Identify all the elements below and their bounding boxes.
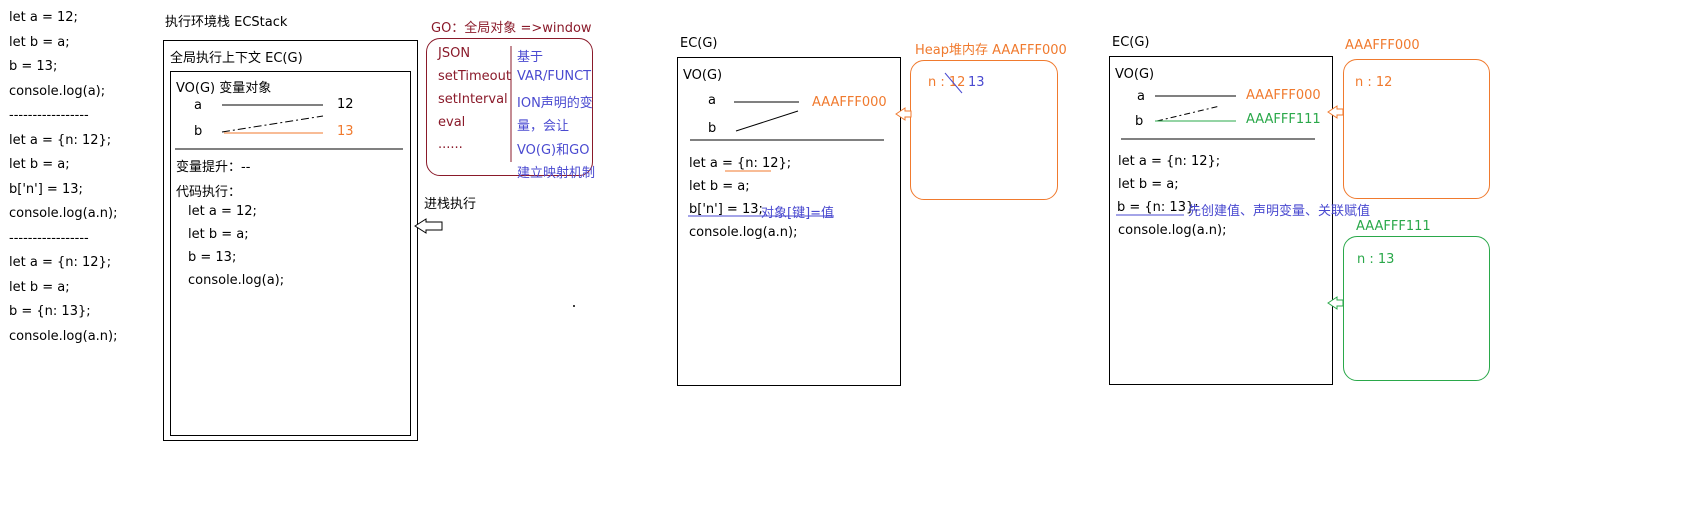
go-note-line: 量，会让 <box>517 119 570 134</box>
ex3-vo-title: VO(G) <box>1115 67 1155 82</box>
ex3-code-line: let b = a; <box>1118 177 1179 192</box>
ex3-address-a: AAAFFF000 <box>1246 88 1321 103</box>
go-item-json: JSON <box>438 46 471 61</box>
go-item-setinterval: setInterval <box>438 92 508 107</box>
ex3-code-line: b = {n: 13}; <box>1117 200 1199 215</box>
ex3-heap1-content: n : 12 <box>1355 75 1393 90</box>
ex3-heap2-content: n : 13 <box>1357 252 1395 267</box>
ecstack-title: 执行环境栈 ECStack <box>165 15 288 30</box>
exec-title: 代码执行： <box>176 185 242 200</box>
value-a: 12 <box>337 97 354 112</box>
hoist-text: 变量提升：-- <box>176 160 251 175</box>
value-b: 13 <box>337 124 354 139</box>
code-line: let b = a; <box>9 157 70 172</box>
ex2-code-line: let a = {n: 12}; <box>689 156 792 171</box>
ex3-heap1-title: AAAFFF000 <box>1345 38 1420 53</box>
go-note-line: 基于 <box>517 50 544 65</box>
separator-line: ----------------- <box>9 108 89 123</box>
push-label: 进栈执行 <box>424 197 477 212</box>
ex2-code-line: b['n'] = 13; <box>689 202 763 217</box>
var-a-label: a <box>194 98 202 113</box>
exec-line: let b = a; <box>188 227 249 242</box>
go-title: GO：全局对象 =>window <box>431 21 592 36</box>
ex3-heap2-title: AAAFFF111 <box>1356 219 1431 234</box>
ex3-code-line: console.log(a.n); <box>1118 223 1227 238</box>
push-arrow-icon <box>414 218 443 234</box>
ex3-code-line: let a = {n: 12}; <box>1118 154 1221 169</box>
go-item-more: ...... <box>438 137 463 152</box>
code-line: let b = a; <box>9 279 70 295</box>
ex2-var-a: a <box>708 93 716 108</box>
go-note-line: VAR/FUNCT <box>517 69 592 84</box>
go-item-eval: eval <box>438 115 466 130</box>
go-note-line: ION声明的变 <box>517 96 593 111</box>
separator-line: ----------------- <box>9 230 89 246</box>
code-line: let a = {n: 12}; <box>9 255 112 270</box>
code-line: console.log(a.n); <box>9 328 118 344</box>
go-note-line: VO(G)和GO <box>517 143 590 158</box>
ex2-heap-new: 13 <box>968 75 985 90</box>
exec-line: let a = 12; <box>188 204 257 219</box>
code-line: b = 13; <box>9 59 58 74</box>
ex3-ec-label: EC(G) <box>1112 35 1150 50</box>
ex2-heap-old: n : 12 <box>928 75 966 90</box>
ex2-ec-label: EC(G) <box>680 36 718 51</box>
ex2-code-line: console.log(a.n); <box>689 225 798 240</box>
ex2-code-line: let b = a; <box>689 179 750 194</box>
ex3-address-b: AAAFFF111 <box>1246 112 1321 127</box>
ex2-address: AAAFFF000 <box>812 95 887 110</box>
code-line: let a = {n: 12}; <box>9 132 112 148</box>
ex2-heap-title: Heap堆内存 AAAFFF000 <box>915 43 1067 58</box>
exec-line: b = 13; <box>188 250 237 265</box>
vo-title: VO(G) 变量对象 <box>176 81 272 96</box>
stray-dot <box>573 305 575 307</box>
exec-line: console.log(a); <box>188 273 285 288</box>
ex2-vo-title: VO(G) <box>683 68 723 83</box>
code-line: console.log(a.n); <box>9 206 118 221</box>
go-item-settimeout: setTimeout <box>438 69 511 84</box>
code-line: console.log(a); <box>9 83 106 99</box>
ex3-ec-box <box>1109 56 1333 385</box>
code-line: let a = 12; <box>9 10 78 25</box>
ex3-note: 先创建值、声明变量、关联赋值 <box>1188 204 1371 219</box>
ex2-note: 对象[键]=值 <box>761 206 835 221</box>
global-ec-title: 全局执行上下文 EC(G) <box>170 51 303 66</box>
ex2-var-b: b <box>708 121 717 136</box>
go-note-line: 建立映射机制 <box>517 166 596 181</box>
ex3-var-a: a <box>1137 89 1145 104</box>
var-b-label: b <box>194 124 203 139</box>
code-line: let b = a; <box>9 34 70 50</box>
ex3-var-b: b <box>1135 114 1144 129</box>
code-line: b = {n: 13}; <box>9 304 91 319</box>
code-line: b['n'] = 13; <box>9 181 83 197</box>
left-code-column: let a = 12; let b = a; b = 13; console.l… <box>9 6 118 349</box>
